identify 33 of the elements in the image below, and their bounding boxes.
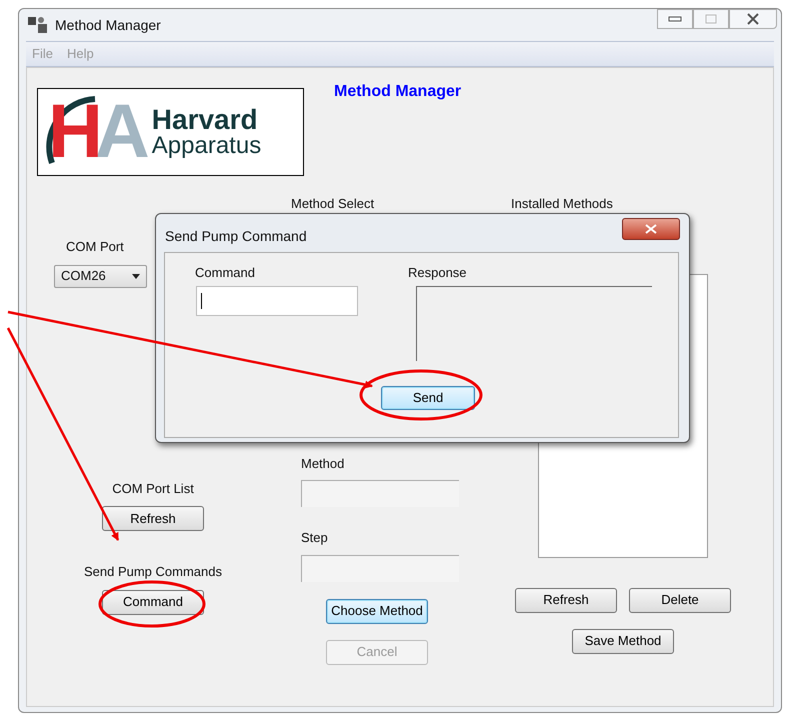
command-button[interactable]: Command [102, 590, 204, 614]
refresh-button[interactable]: Refresh [102, 506, 204, 531]
com-port-dropdown[interactable]: COM26 [54, 264, 147, 288]
close-button[interactable] [729, 9, 777, 29]
list-action-button[interactable]: Delete [629, 588, 731, 612]
command-input[interactable] [196, 286, 358, 316]
list-action-button[interactable]: Refresh [515, 588, 617, 612]
com-port-list-label: COM Port List [112, 480, 194, 498]
send-button[interactable]: Send [381, 386, 475, 410]
dialog-title: Send Pump Command [165, 227, 307, 246]
app-icon [27, 15, 49, 35]
dropdown-arrow-icon [132, 274, 140, 278]
close-icon [645, 224, 657, 234]
method-action-button[interactable]: Choose Method [326, 598, 428, 624]
step-field[interactable] [301, 554, 459, 582]
com-port-label: COM Port [66, 238, 124, 256]
method-label: Method [301, 454, 346, 472]
window-title: Method Manager [55, 16, 161, 35]
app-heading: Method Manager [334, 82, 462, 102]
response-label: Response [408, 264, 467, 282]
text-cursor [201, 293, 202, 309]
dialog-close-button[interactable] [622, 218, 680, 240]
save-method-button[interactable]: Save Method [572, 628, 674, 654]
step-label: Step [301, 529, 329, 547]
minimize-button[interactable] [657, 9, 693, 29]
maximize-icon [705, 14, 717, 24]
method-select-label: Method Select [291, 195, 376, 213]
installed-methods-label: Installed Methods [511, 195, 614, 213]
minimize-icon [668, 16, 682, 22]
command-label: Command [195, 264, 255, 282]
send-pump-commands-label: Send Pump Commands [84, 563, 222, 581]
close-icon [746, 13, 760, 25]
method-field[interactable] [301, 480, 459, 507]
